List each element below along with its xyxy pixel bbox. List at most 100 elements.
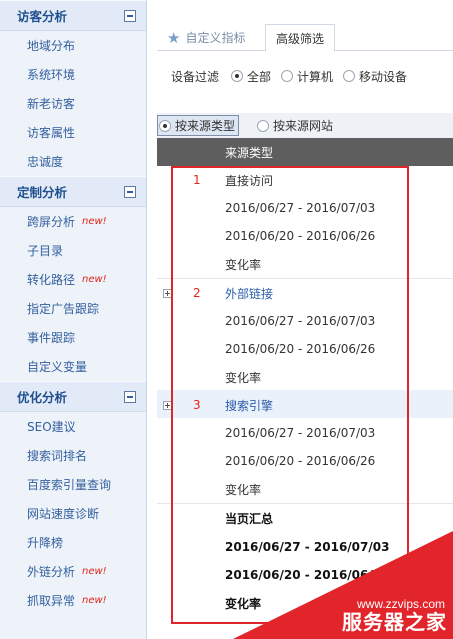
section-custom-analysis[interactable]: 定制分析: [0, 176, 146, 207]
option-label: 全部: [247, 69, 272, 84]
section-optimization[interactable]: 优化分析: [0, 381, 146, 412]
table-row: 变化率: [157, 250, 453, 278]
change-rate: 变化率: [225, 257, 262, 272]
sidebar-item-attributes[interactable]: 访客属性: [0, 118, 146, 147]
source-option-site[interactable]: 按来源网站: [257, 117, 333, 134]
device-option-mobile[interactable]: 移动设备: [343, 68, 407, 85]
tab-label: 自定义指标: [185, 31, 246, 45]
sidebar-item-label: 地域分布: [27, 39, 76, 53]
summary-title: 当页汇总: [225, 511, 274, 526]
sidebar-item-label: 自定义变量: [27, 360, 88, 374]
sidebar-item-backlinks[interactable]: 外链分析 new!: [0, 557, 146, 586]
sidebar-item-seo[interactable]: SEO建议: [0, 412, 146, 441]
radio-icon[interactable]: [281, 70, 294, 82]
table-row: 2016/06/20 - 2016/06/26: [157, 222, 453, 250]
tab-bar: ★ 自定义指标 高级筛选: [157, 24, 453, 52]
device-filter-label: 设备过滤: [171, 69, 220, 84]
tab-label: 高级筛选: [276, 31, 325, 46]
rank-number: 2: [193, 286, 201, 300]
section-title: 优化分析: [17, 390, 68, 405]
device-option-computer[interactable]: 计算机: [281, 68, 333, 85]
sidebar-item-custom-vars[interactable]: 自定义变量: [0, 352, 146, 381]
period-previous: 2016/06/20 - 2016/06/26: [225, 342, 376, 356]
new-badge: new!: [82, 566, 107, 577]
sidebar-item-new-old[interactable]: 新老访客: [0, 89, 146, 118]
rank-number: 1: [193, 173, 201, 187]
table-row: 变化率: [157, 475, 453, 503]
summary-row: 当页汇总: [157, 504, 453, 532]
sidebar-item-label: 外链分析: [27, 565, 76, 579]
table-row: 2016/06/27 - 2016/07/03: [157, 307, 453, 335]
radio-icon[interactable]: [257, 119, 270, 132]
watermark-name: 服务器之家: [342, 610, 447, 634]
sidebar-item-label: 子目录: [27, 244, 64, 258]
sidebar-item-label: SEO建议: [27, 420, 76, 434]
column-header-source-type[interactable]: 来源类型: [225, 144, 273, 161]
period-previous: 2016/06/20 - 2016/06/26: [225, 454, 376, 468]
period-current: 2016/06/27 - 2016/07/03: [225, 426, 376, 440]
change-rate: 变化率: [225, 482, 262, 497]
collapse-icon[interactable]: [124, 9, 136, 22]
sidebar-item-system[interactable]: 系统环境: [0, 60, 146, 89]
sidebar-item-event-tracking[interactable]: 事件跟踪: [0, 323, 146, 352]
table-row: 2016/06/20 - 2016/06/26: [157, 335, 453, 363]
sidebar-item-label: 抓取异常: [27, 594, 76, 608]
table-row: 2016/06/27 - 2016/07/03: [157, 194, 453, 222]
sidebar-item-loyalty[interactable]: 忠诚度: [0, 147, 146, 176]
sidebar-item-speed[interactable]: 网站速度诊断: [0, 499, 146, 528]
sidebar-item-crawl-errors[interactable]: 抓取异常 new!: [0, 586, 146, 615]
sidebar-item-label: 跨屏分析: [27, 215, 76, 229]
option-label: 计算机: [297, 69, 334, 84]
collapse-icon[interactable]: [124, 185, 136, 198]
sidebar-item-label: 网站速度诊断: [27, 507, 100, 521]
rank-number: 3: [193, 398, 201, 412]
new-badge: new!: [82, 595, 107, 606]
collapse-icon[interactable]: [124, 390, 136, 403]
sidebar-item-label: 忠诚度: [27, 155, 64, 169]
table-row: 3 搜索引擎: [157, 391, 453, 419]
table-row: 变化率: [157, 363, 453, 391]
source-link[interactable]: 搜索引擎: [225, 397, 273, 414]
source-link[interactable]: 外部链接: [225, 285, 273, 302]
radio-icon[interactable]: [343, 70, 356, 82]
radio-icon[interactable]: [231, 70, 244, 82]
expand-icon[interactable]: [163, 288, 172, 298]
sidebar-item-conversion-path[interactable]: 转化路径 new!: [0, 265, 146, 294]
table-row: 1 直接访问: [157, 166, 453, 194]
period-current: 2016/06/27 - 2016/07/03: [225, 314, 376, 328]
new-badge: new!: [82, 216, 107, 227]
sidebar-item-label: 访客属性: [27, 126, 76, 140]
sidebar-item-index-query[interactable]: 百度索引量查询: [0, 470, 146, 499]
tab-advanced-filter[interactable]: 高级筛选: [265, 24, 336, 52]
table-row: 2 外部链接: [157, 279, 453, 307]
sidebar-item-label: 系统环境: [27, 68, 76, 82]
expand-icon[interactable]: [163, 400, 172, 410]
sidebar-item-cross-screen[interactable]: 跨屏分析 new!: [0, 207, 146, 236]
device-option-all[interactable]: 全部: [231, 68, 271, 85]
change-rate: 变化率: [225, 370, 262, 385]
period-previous: 2016/06/20 - 2016/06/26: [225, 229, 376, 243]
section-title: 访客分析: [17, 9, 68, 24]
sidebar-item-label: 事件跟踪: [27, 331, 76, 345]
sidebar-item-label: 转化路径: [27, 273, 76, 287]
sidebar-item-keyword-rank[interactable]: 搜索词排名: [0, 441, 146, 470]
period-current: 2016/06/27 - 2016/07/03: [225, 201, 376, 215]
radio-icon[interactable]: [159, 119, 171, 132]
sidebar-item-subdirectory[interactable]: 子目录: [0, 236, 146, 265]
source-option-type[interactable]: 按来源类型: [157, 115, 240, 136]
device-filter: 设备过滤 全部 计算机 移动设备: [171, 66, 417, 86]
table-header: 来源类型: [157, 138, 453, 166]
table-row: 2016/06/20 - 2016/06/26: [157, 447, 453, 475]
sidebar-item-label: 指定广告跟踪: [27, 302, 100, 316]
tab-custom-metrics[interactable]: ★ 自定义指标: [167, 24, 245, 51]
sidebar-item-label: 新老访客: [27, 97, 76, 111]
sidebar-item-ad-tracking[interactable]: 指定广告跟踪: [0, 294, 146, 323]
sidebar-item-rise-fall[interactable]: 升降榜: [0, 528, 146, 557]
new-badge: new!: [82, 274, 107, 285]
option-label: 移动设备: [359, 69, 408, 84]
option-label: 按来源网站: [273, 119, 334, 133]
sidebar: 访客分析 地域分布 系统环境 新老访客 访客属性 忠诚度 定制分析 跨屏分析 ne…: [0, 0, 147, 639]
sidebar-item-region[interactable]: 地域分布: [0, 31, 146, 60]
sidebar-item-label: 百度索引量查询: [27, 478, 112, 492]
section-visitor-analysis[interactable]: 访客分析: [0, 0, 146, 31]
